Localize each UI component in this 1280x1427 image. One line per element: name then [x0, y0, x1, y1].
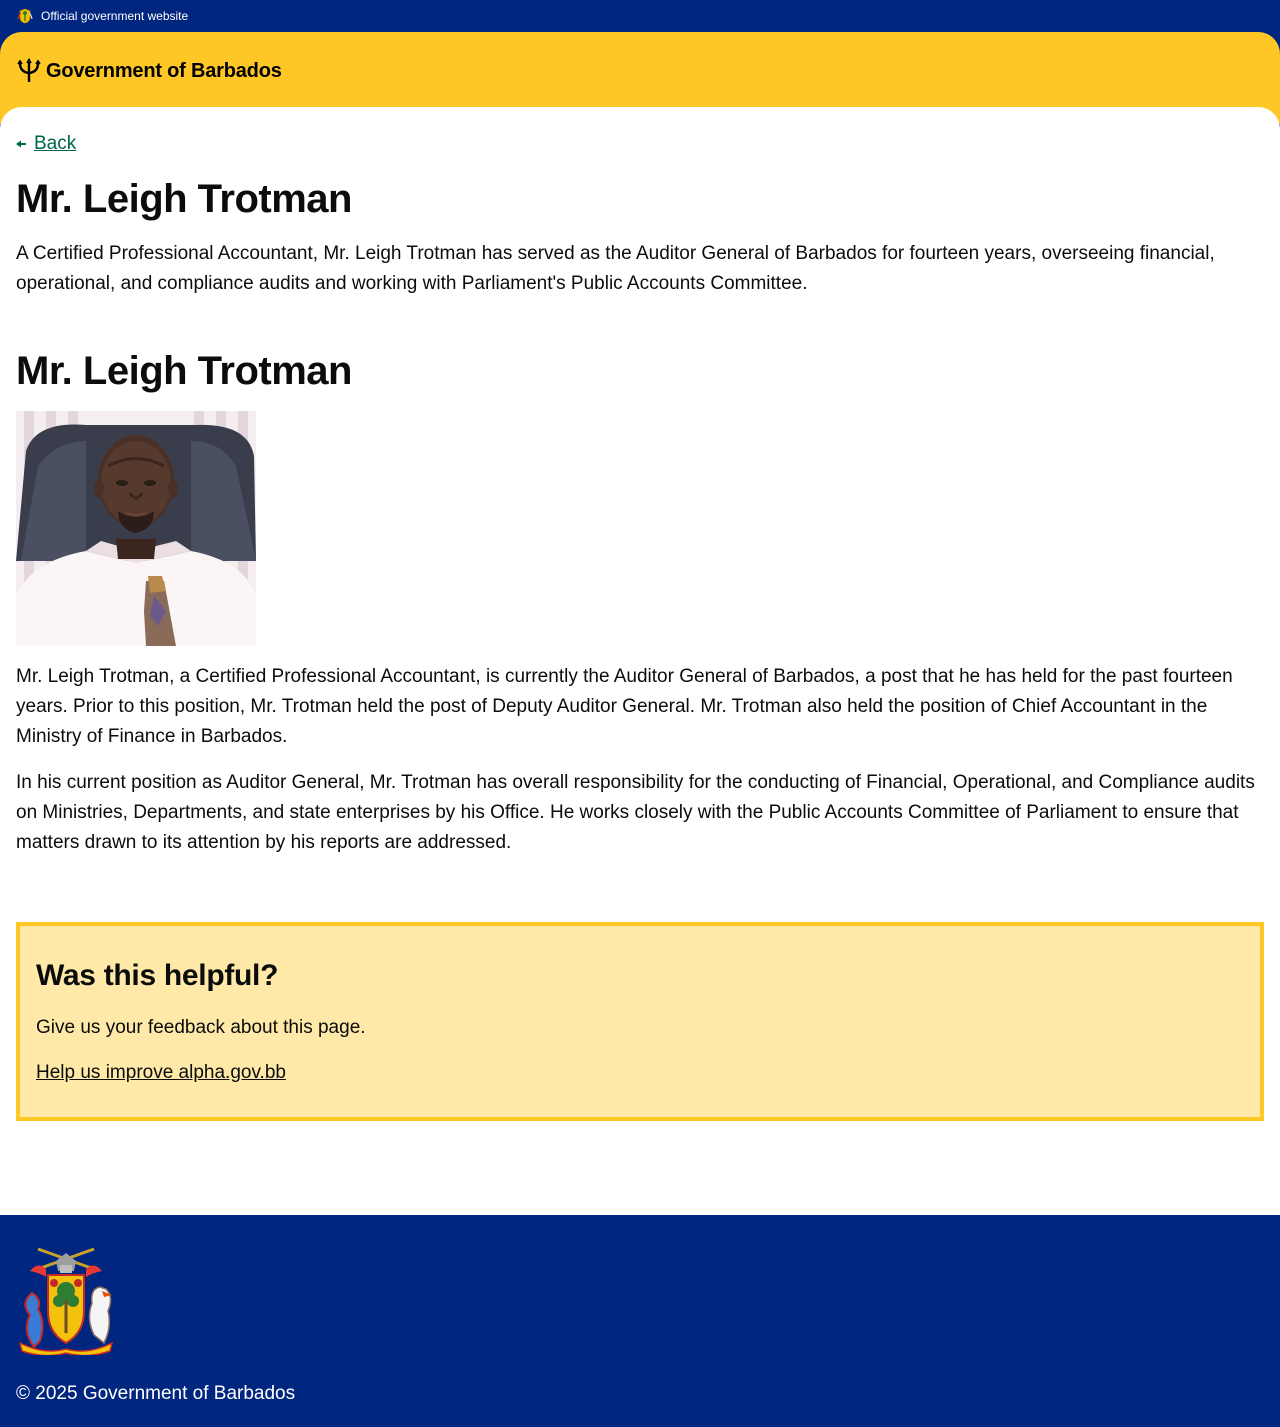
barbados-crest-icon	[16, 7, 34, 25]
feedback-text: Give us your feedback about this page.	[36, 1017, 366, 1038]
back-link[interactable]: Back	[16, 133, 76, 155]
home-link[interactable]: Government of Barbados	[16, 58, 282, 84]
feedback-panel: Was this helpful? Give us your feedback …	[16, 922, 1264, 1121]
back-link-label: Back	[34, 133, 77, 154]
official-banner: Official government website	[0, 0, 1280, 32]
trident-icon	[16, 58, 42, 84]
feedback-link[interactable]: Help us improve alpha.gov.bb	[36, 1059, 286, 1087]
page-title: Mr. Leigh Trotman	[16, 177, 352, 221]
portrait-photo	[16, 411, 256, 646]
official-website-label: Official government website	[41, 9, 189, 23]
bio-paragraph-2: In his current position as Auditor Gener…	[16, 772, 1255, 853]
main-content: Back Mr. Leigh Trotman A Certified Profe…	[0, 107, 1280, 1215]
profile-heading: Mr. Leigh Trotman	[16, 349, 352, 393]
bio-paragraph-1: Mr. Leigh Trotman, a Certified Professio…	[16, 666, 1233, 747]
brand-name: Government of Barbados	[46, 59, 282, 82]
arrow-left-icon	[16, 137, 26, 151]
site-footer: © 2025 Government of Barbados	[0, 1215, 1280, 1427]
coat-of-arms-icon	[18, 1247, 114, 1355]
feedback-heading: Was this helpful?	[36, 959, 279, 992]
page-summary: A Certified Professional Accountant, Mr.…	[16, 243, 1215, 294]
copyright-text: © 2025 Government of Barbados	[16, 1383, 296, 1404]
